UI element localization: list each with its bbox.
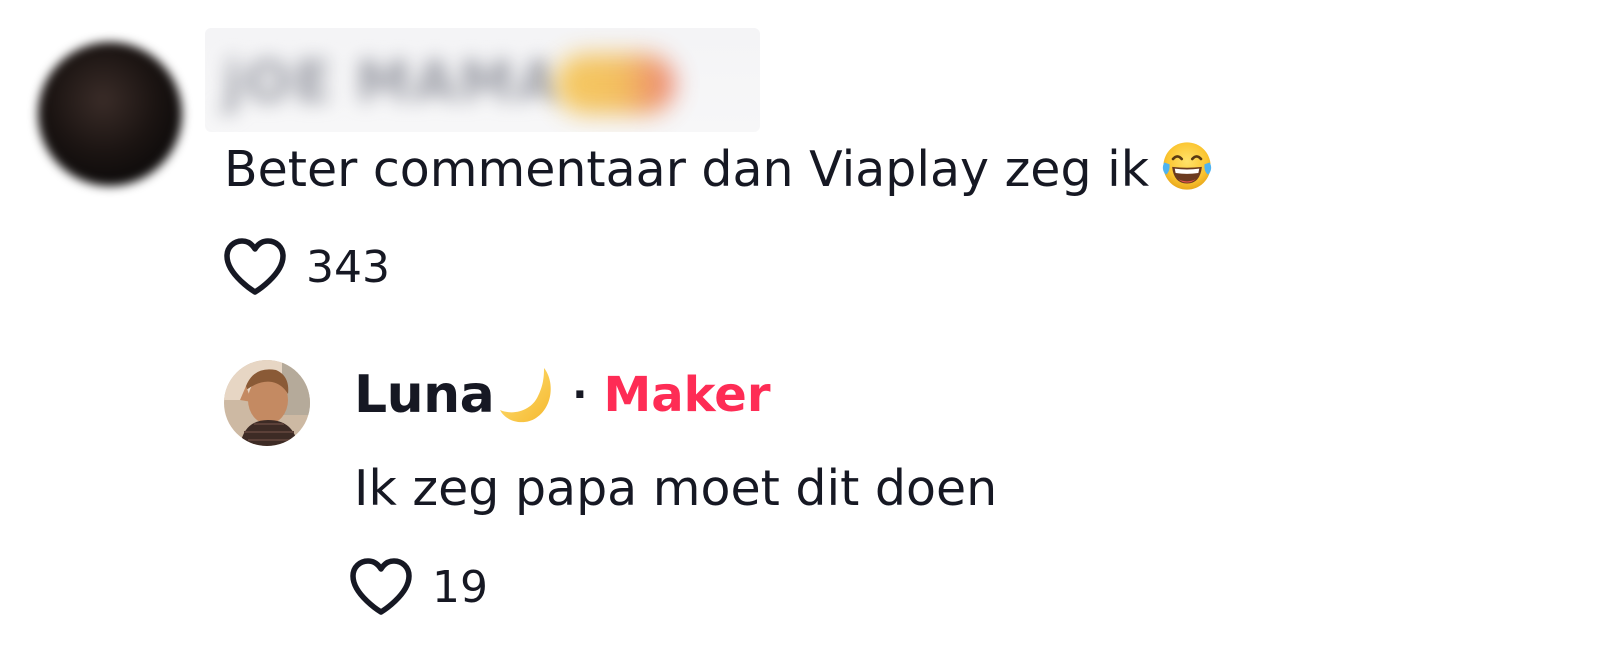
username-emoji-blurred: [555, 54, 675, 114]
like-count: 343: [306, 241, 390, 293]
heart-icon[interactable]: [222, 236, 288, 298]
avatar[interactable]: [224, 360, 310, 446]
heart-icon[interactable]: [348, 556, 414, 618]
like-row: 343: [222, 236, 390, 298]
reply-header: Luna · Maker: [354, 364, 770, 426]
like-row: 19: [348, 556, 488, 618]
like-count: 19: [432, 561, 488, 613]
comment-text: Beter commentaar dan Viaplay zeg ik: [224, 138, 1215, 201]
crescent-moon-icon: [500, 368, 551, 423]
avatar[interactable]: [38, 42, 182, 186]
comment-text-content: Beter commentaar dan Viaplay zeg ik: [224, 141, 1150, 198]
reply-text: Ik zeg papa moet dit doen: [354, 460, 998, 517]
username-blurred[interactable]: jOE MAMA: [205, 28, 760, 132]
username-text: jOE MAMA: [223, 50, 562, 115]
avatar-image: [224, 360, 310, 446]
laughing-emoji-icon: [1162, 142, 1212, 190]
username[interactable]: Luna: [354, 365, 495, 425]
maker-badge: Maker: [603, 367, 771, 423]
separator-dot: ·: [572, 372, 588, 418]
